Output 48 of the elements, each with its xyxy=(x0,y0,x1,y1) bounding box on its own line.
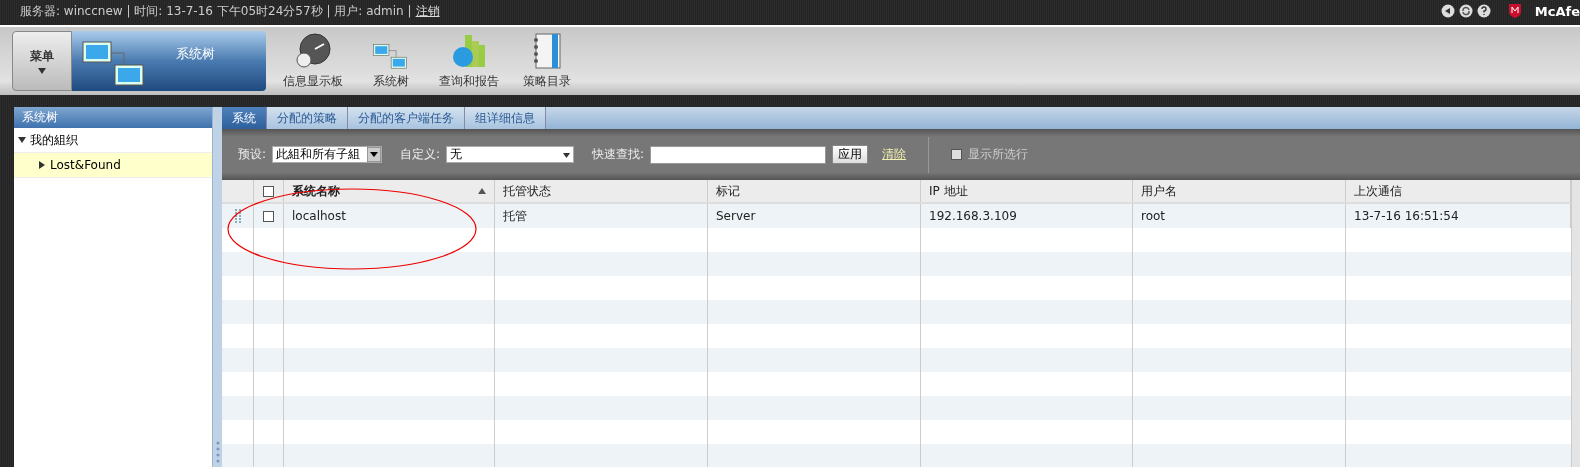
scrollbar[interactable] xyxy=(1571,180,1580,467)
checkbox[interactable] xyxy=(263,210,274,222)
bar-pie-chart-icon xyxy=(451,33,487,69)
caret-icon xyxy=(38,66,46,75)
panel-title: 系统树 xyxy=(14,107,212,128)
toolbar-item[interactable]: 系统树 xyxy=(352,30,430,92)
toolbar-item[interactable]: 查询和报告 xyxy=(430,30,508,92)
search-label: 快速查找: xyxy=(592,146,645,163)
toolbar-item[interactable]: 策略目录 xyxy=(508,30,586,92)
tab[interactable]: 分配的策略 xyxy=(267,107,348,129)
custom-label: 自定义: xyxy=(400,146,441,163)
custom-dropdown[interactable]: 无 xyxy=(446,146,575,163)
clear-link[interactable]: 清除 xyxy=(882,146,907,163)
column-header[interactable]: 托管状态 xyxy=(495,180,708,202)
notebook-icon xyxy=(532,33,562,69)
gauge-icon xyxy=(295,33,331,69)
tab[interactable]: 系统 xyxy=(222,107,267,129)
network-tree-icon xyxy=(82,41,146,87)
column-header[interactable]: 标记 xyxy=(708,180,921,202)
refresh-icon[interactable] xyxy=(1458,4,1473,18)
checkbox-label: 显示所选行 xyxy=(968,146,1029,163)
brand-name: McAfe xyxy=(1534,3,1580,19)
session-info: 服务器: winccnew | 时间: 13-7-16 下午05时24分57秒 | 用户: admin | xyxy=(20,2,412,20)
expander-icon xyxy=(38,161,46,169)
preset-dropdown[interactable]: 此組和所有子組 xyxy=(272,146,383,163)
tree-item[interactable]: Lost&Found xyxy=(14,153,212,178)
tab[interactable]: 组详细信息 xyxy=(465,107,546,129)
network-tree-icon xyxy=(373,43,409,69)
column-header[interactable]: 用户名 xyxy=(1133,180,1346,202)
dropdown-arrow-icon[interactable] xyxy=(367,147,382,162)
section-title: 系统树 xyxy=(176,45,215,63)
menu-button[interactable]: 菜单 xyxy=(12,31,72,91)
search-field[interactable] xyxy=(650,145,827,164)
apply-button[interactable]: 应用 xyxy=(832,145,869,164)
tab[interactable]: 分配的客户端任务 xyxy=(348,107,465,129)
shield-icon xyxy=(1508,4,1521,18)
grip-icon[interactable] xyxy=(215,441,220,463)
logout-link[interactable]: 注销 xyxy=(415,2,440,20)
expander-icon xyxy=(18,136,26,144)
help-icon[interactable] xyxy=(1476,4,1491,18)
sort-icon xyxy=(478,187,486,195)
preset-label: 预设: xyxy=(238,146,267,163)
table-row[interactable]: localhost 托管 Server 192.168.3.109 root 13-7-16 16:51:54 xyxy=(222,204,1571,228)
toolbar-item[interactable]: 信息显示板 xyxy=(274,30,352,92)
checkbox[interactable] xyxy=(263,185,274,197)
back-icon[interactable] xyxy=(1440,4,1455,18)
column-header[interactable]: IP 地址 xyxy=(921,180,1133,202)
drag-handle-icon[interactable] xyxy=(234,209,241,223)
